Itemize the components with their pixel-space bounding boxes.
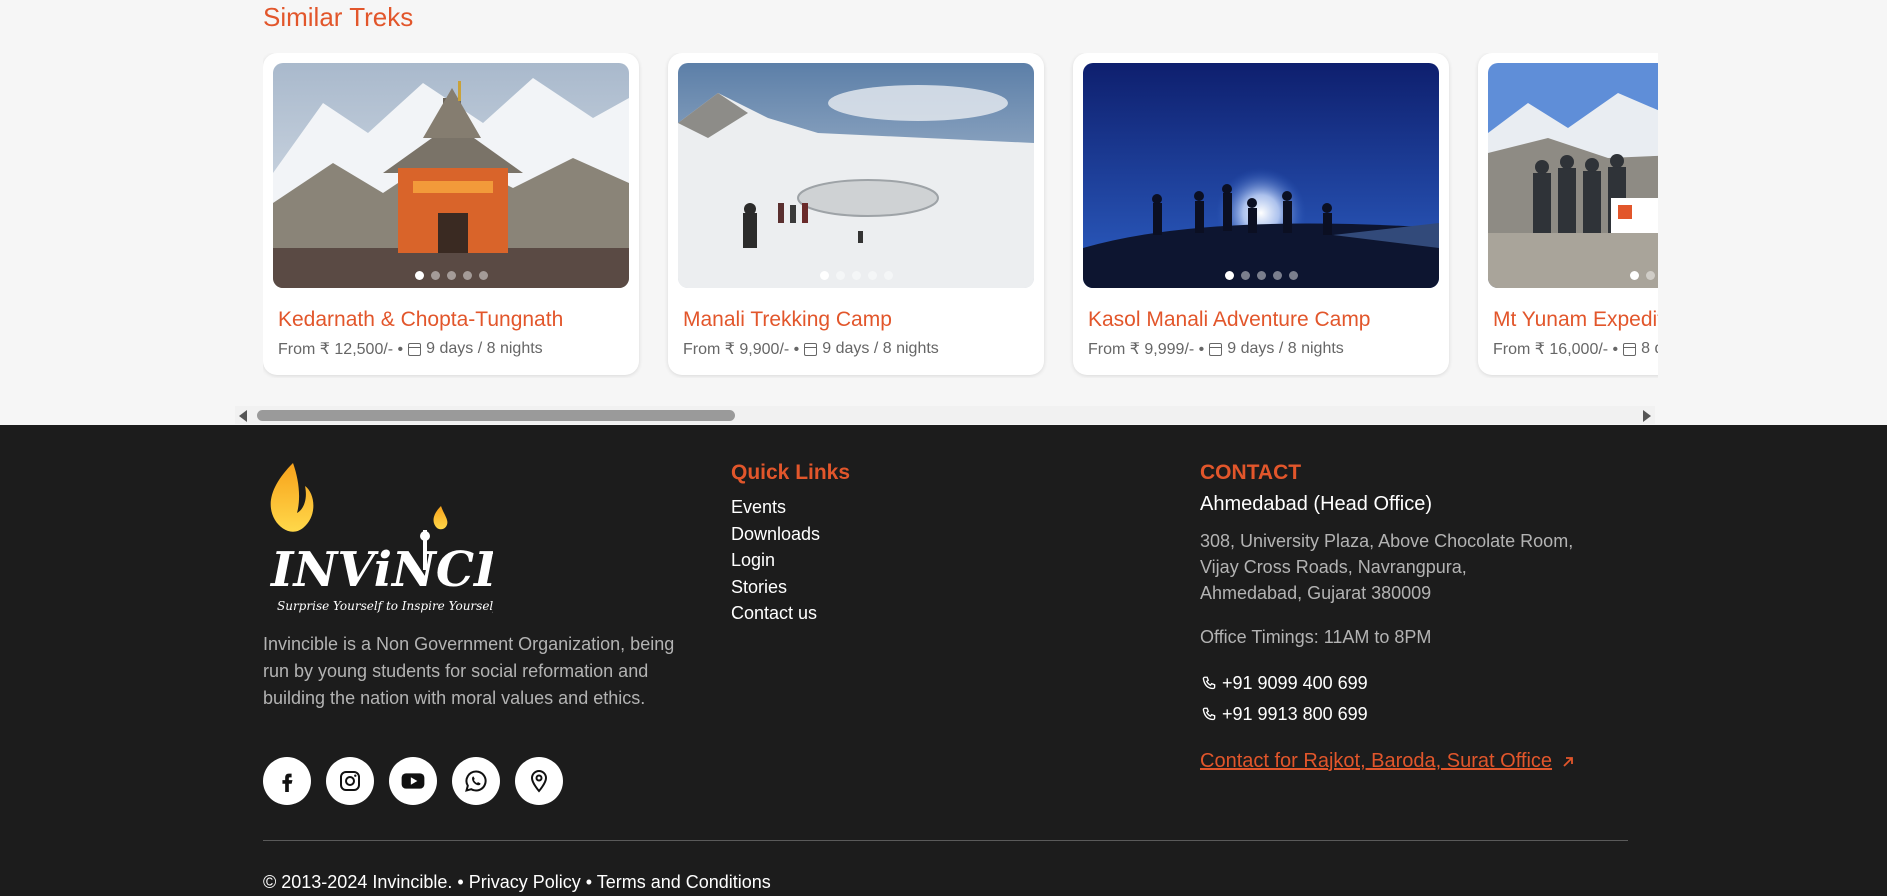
carousel-dot[interactable] (478, 271, 488, 280)
carousel-dot[interactable] (835, 271, 845, 280)
quick-link-events[interactable]: Events (731, 494, 820, 521)
carousel-scrollbar[interactable] (235, 406, 1655, 424)
quick-links-list: Events Downloads Login Stories Contact u… (731, 494, 820, 627)
trek-price: From ₹ 9,999/- • (1088, 341, 1205, 358)
quick-link-login[interactable]: Login (731, 547, 820, 574)
phone-number: +91 9099 400 699 (1222, 673, 1368, 693)
trek-image[interactable] (273, 63, 629, 288)
external-arrow-icon (1563, 756, 1573, 767)
trek-meta: From ₹ 12,500/- • 9 days / 8 nights (278, 339, 543, 359)
trek-meta: From ₹ 9,999/- • 9 days / 8 nights (1088, 339, 1344, 359)
quick-link-stories[interactable]: Stories (731, 574, 820, 601)
scroll-thumb[interactable] (257, 410, 735, 421)
about-text: Invincible is a Non Government Organizat… (263, 634, 675, 708)
address-line: Ahmedabad, Gujarat 380009 (1200, 583, 1432, 603)
calendar-icon (1623, 342, 1637, 356)
trek-name[interactable]: Mt Yunam Expedition (1493, 308, 1658, 332)
address-line: 308, University Plaza, Above Chocolate R… (1200, 531, 1574, 551)
carousel-dot[interactable] (1272, 271, 1282, 280)
trek-duration: 8 days / 7 nights (1641, 340, 1658, 357)
carousel-dots (1083, 271, 1439, 280)
trek-name[interactable]: Kasol Manali Adventure Camp (1088, 308, 1371, 332)
trek-duration: 9 days / 8 nights (1227, 340, 1344, 357)
office-name: Ahmedabad (Head Office) (1200, 493, 1432, 515)
carousel-dot[interactable] (1288, 271, 1298, 280)
scroll-right-arrow-icon[interactable] (1643, 410, 1651, 422)
trek-duration: 9 days / 8 nights (426, 340, 543, 357)
facebook-link[interactable] (263, 757, 311, 805)
carousel-dot[interactable] (1629, 271, 1639, 280)
trek-image[interactable] (1083, 63, 1439, 288)
quick-link-downloads[interactable]: Downloads (731, 521, 820, 548)
carousel-dots (273, 271, 629, 280)
carousel-dots (1488, 271, 1658, 280)
trek-image[interactable] (678, 63, 1034, 288)
phone-number: +91 9913 800 699 (1222, 704, 1368, 724)
trek-card[interactable]: Kedarnath & Chopta-Tungnath From ₹ 12,50… (263, 53, 639, 375)
calendar-icon (408, 342, 422, 356)
treks-carousel[interactable]: Kedarnath & Chopta-Tungnath From ₹ 12,50… (263, 53, 1658, 378)
trek-name[interactable]: Kedarnath & Chopta-Tungnath (278, 308, 563, 332)
trek-duration: 9 days / 8 nights (822, 340, 939, 357)
copyright-text[interactable]: © 2013-2024 Invincible. • Privacy Policy… (263, 872, 771, 893)
whatsapp-icon (465, 770, 487, 792)
phone-icon (1202, 707, 1216, 720)
carousel-dot[interactable] (1645, 271, 1655, 280)
invincible-logo[interactable]: INViNCIBLE Surprise Yourself to Inspire … (263, 458, 609, 618)
quick-link-contact-us[interactable]: Contact us (731, 600, 820, 627)
carousel-dot[interactable] (867, 271, 877, 280)
carousel-dot[interactable] (1256, 271, 1266, 280)
other-offices-link[interactable]: Contact for Rajkot, Baroda, Surat Office (1200, 750, 1576, 773)
whatsapp-link[interactable] (452, 757, 500, 805)
trek-image[interactable] (1488, 63, 1658, 288)
contact-title: CONTACT (1200, 461, 1302, 484)
carousel-dot[interactable] (1224, 271, 1234, 280)
location-pin-icon (530, 769, 548, 793)
address-line: Vijay Cross Roads, Navrangpura, (1200, 557, 1467, 577)
calendar-icon (1209, 342, 1223, 356)
section-title: Similar Treks (263, 2, 414, 32)
similar-treks-section: Similar Treks Kedarnath & Chopta-Tungnat… (0, 0, 1887, 425)
carousel-dot[interactable] (414, 271, 424, 280)
logo-tagline: Surprise Yourself to Inspire Yourself (277, 599, 493, 613)
phone-link-1[interactable]: +91 9099 400 699 (1200, 673, 1368, 694)
trek-meta: From ₹ 9,900/- • 9 days / 8 nights (683, 339, 939, 359)
youtube-icon (401, 773, 425, 789)
scroll-left-arrow-icon[interactable] (239, 410, 247, 422)
trek-price: From ₹ 9,900/- • (683, 341, 800, 358)
footer-divider (263, 840, 1628, 841)
carousel-dot[interactable] (430, 271, 440, 280)
trek-meta: From ₹ 16,000/- • 8 days / 7 nights (1493, 339, 1658, 359)
trek-price: From ₹ 12,500/- • (278, 341, 404, 358)
calendar-icon (804, 342, 818, 356)
carousel-dot[interactable] (1240, 271, 1250, 280)
carousel-dot[interactable] (446, 271, 456, 280)
carousel-dot[interactable] (851, 271, 861, 280)
office-address: 308, University Plaza, Above Chocolate R… (1200, 528, 1660, 606)
phone-link-2[interactable]: +91 9913 800 699 (1200, 704, 1368, 725)
location-link[interactable] (515, 757, 563, 805)
carousel-dot[interactable] (819, 271, 829, 280)
carousel-dots (678, 271, 1034, 280)
trek-card[interactable]: Mt Yunam Expedition From ₹ 16,000/- • 8 … (1478, 53, 1658, 375)
youtube-link[interactable] (389, 757, 437, 805)
site-footer: INViNCIBLE Surprise Yourself to Inspire … (0, 425, 1887, 896)
quick-links-title: Quick Links (731, 461, 851, 484)
instagram-link[interactable] (326, 757, 374, 805)
trek-card[interactable]: Manali Trekking Camp From ₹ 9,900/- • 9 … (668, 53, 1044, 375)
phone-icon (1202, 676, 1216, 689)
carousel-dot[interactable] (883, 271, 893, 280)
logo-wordmark: INViNCIBLE (269, 542, 493, 598)
facebook-icon (282, 773, 293, 792)
social-links (263, 757, 563, 805)
office-timings: Office Timings: 11AM to 8PM (1200, 627, 1432, 647)
other-offices-label: Contact for Rajkot, Baroda, Surat Office (1200, 750, 1553, 772)
carousel-dot[interactable] (462, 271, 472, 280)
trek-name[interactable]: Manali Trekking Camp (683, 308, 892, 332)
trek-price: From ₹ 16,000/- • (1493, 341, 1619, 358)
instagram-icon (340, 771, 360, 791)
trek-card[interactable]: Kasol Manali Adventure Camp From ₹ 9,999… (1073, 53, 1449, 375)
